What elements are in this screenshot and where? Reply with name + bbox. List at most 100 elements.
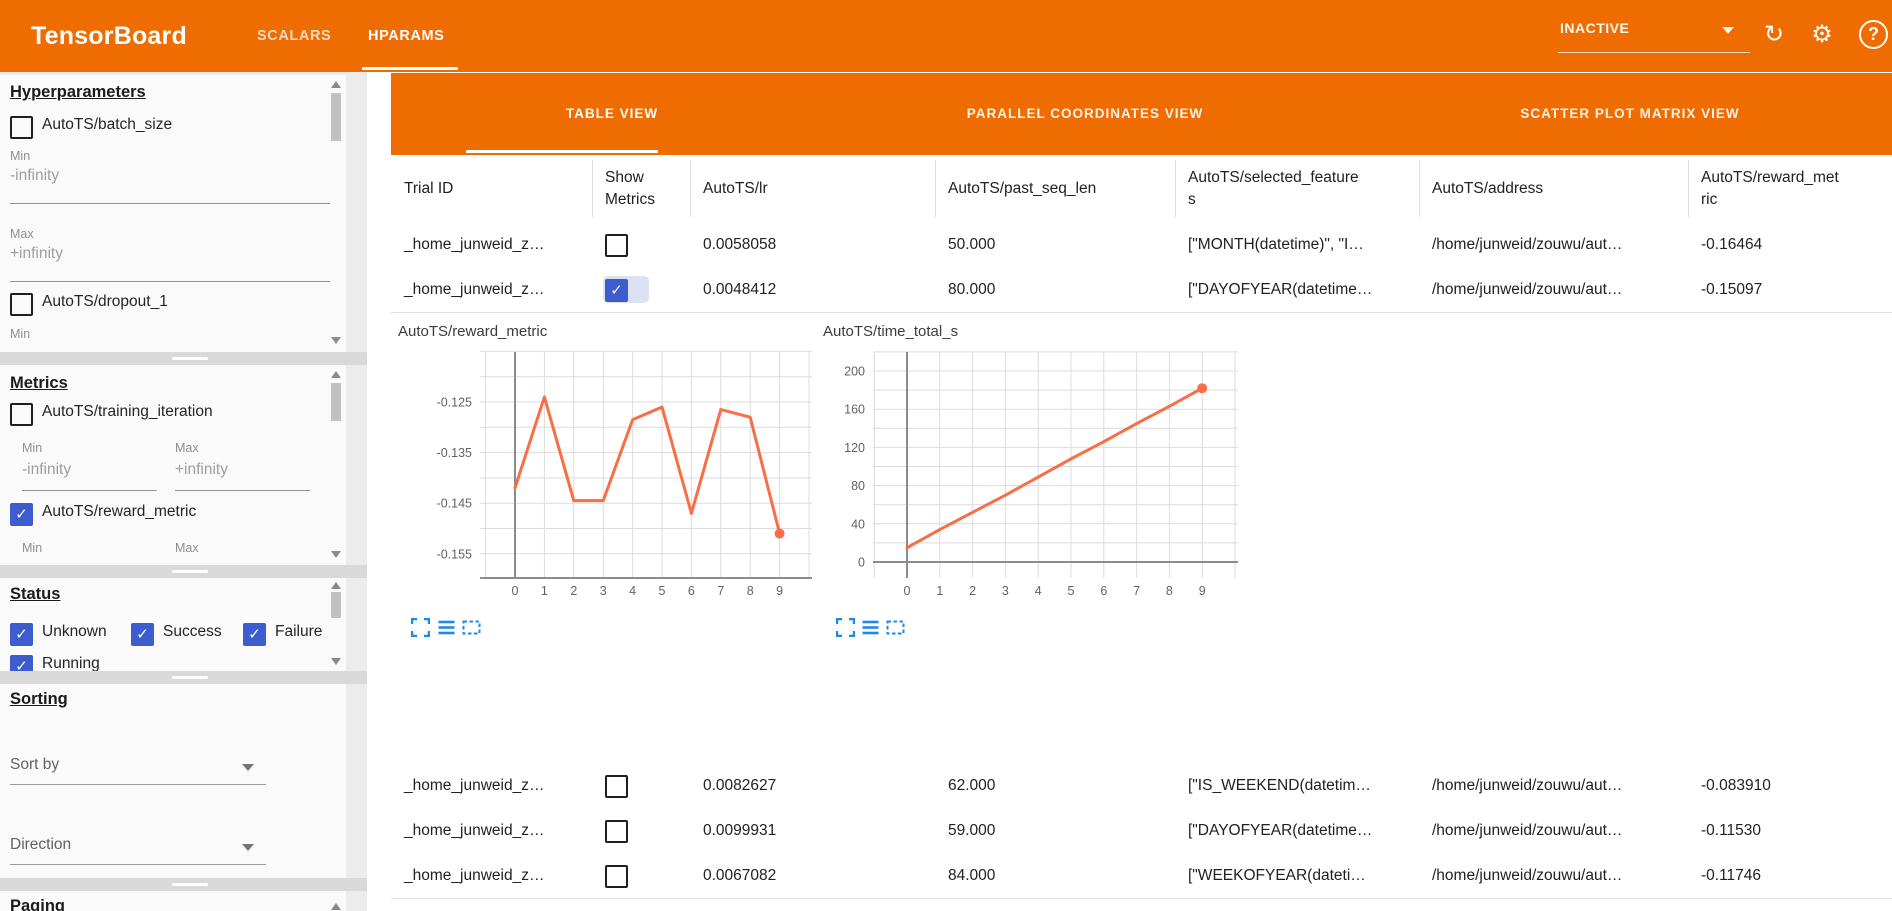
- checkbox-status-running[interactable]: ✓: [10, 655, 33, 671]
- reload-status-value: INACTIVE: [1560, 20, 1629, 36]
- min-input[interactable]: -infinity: [10, 167, 59, 185]
- expand-icon[interactable]: [836, 618, 855, 637]
- show-metrics-checkbox[interactable]: [605, 820, 628, 843]
- cell-text: 84.000: [935, 867, 995, 885]
- cell-text: 0.0099931: [690, 822, 776, 840]
- cell-text: -0.083910: [1688, 777, 1771, 795]
- cell-text: 0.0048412: [690, 281, 776, 299]
- cell-text: 0.0082627: [690, 777, 776, 795]
- tab-parallel-coordinates-view[interactable]: PARALLEL COORDINATES VIEW: [967, 73, 1204, 155]
- section-scrollbar[interactable]: [330, 578, 342, 671]
- svg-text:120: 120: [844, 441, 865, 455]
- cell-text: -0.11530: [1688, 822, 1761, 840]
- checkbox-status-failure[interactable]: ✓: [243, 623, 266, 646]
- svg-text:-0.155: -0.155: [437, 547, 472, 561]
- app-title: TensorBoard: [31, 0, 187, 72]
- svg-text:1: 1: [936, 584, 943, 598]
- checkbox-reward-metric[interactable]: ✓: [10, 503, 33, 526]
- section-title: Sorting: [10, 690, 68, 709]
- active-view-tab-underline: [466, 150, 658, 153]
- section-paging: Paging: [0, 891, 346, 911]
- section-scrollbar[interactable]: [330, 891, 342, 911]
- section-scrollbar[interactable]: [330, 365, 342, 565]
- svg-text:0: 0: [858, 556, 865, 570]
- lines-icon[interactable]: [861, 618, 880, 637]
- expand-icon[interactable]: [411, 618, 430, 637]
- checkbox-status-success[interactable]: ✓: [131, 623, 154, 646]
- max-input[interactable]: +infinity: [10, 245, 63, 263]
- checkbox-label: Success: [163, 623, 222, 641]
- column-header-5[interactable]: AutoTS/address: [1419, 155, 1688, 222]
- cell-address: /home/junweid/zouwu/aut…: [1419, 267, 1688, 312]
- svg-text:0: 0: [512, 584, 519, 598]
- section-resize-divider[interactable]: [0, 352, 367, 365]
- cell-text: ["IS_WEEKEND(datetim…: [1175, 777, 1371, 795]
- show-metrics-checkbox[interactable]: ✓: [605, 279, 628, 302]
- checkbox-status-unknown[interactable]: ✓: [10, 623, 33, 646]
- cell-trial_id: _home_junweid_z…: [391, 222, 592, 267]
- checkbox-label: Failure: [275, 623, 322, 641]
- column-header-4[interactable]: AutoTS/selected_features: [1175, 155, 1419, 222]
- gear-icon[interactable]: ⚙: [1805, 18, 1839, 52]
- show-metrics-checkbox[interactable]: [605, 775, 628, 798]
- cell-text: /home/junweid/zouwu/aut…: [1419, 281, 1622, 299]
- checkbox-batch-size[interactable]: [10, 116, 33, 139]
- show-metrics-cell: ✓: [592, 267, 690, 312]
- column-header-3[interactable]: AutoTS/past_seq_len: [935, 155, 1175, 222]
- checkbox-label: Running: [42, 655, 100, 671]
- svg-text:3: 3: [600, 584, 607, 598]
- reward-metric-line-chart[interactable]: -0.125-0.135-0.145-0.1550123456789: [423, 345, 818, 607]
- section-scrollbar[interactable]: [330, 75, 342, 352]
- tab-hparams[interactable]: HPARAMS: [368, 0, 444, 72]
- sidebar: Hyperparameters AutoTS/batch_size Min -i…: [0, 72, 367, 911]
- cell-trial_id: _home_junweid_z…: [391, 808, 592, 853]
- cell-reward_metric: -0.16464: [1688, 222, 1892, 267]
- min-input[interactable]: -infinity: [22, 461, 71, 479]
- column-header-2[interactable]: AutoTS/lr: [690, 155, 935, 222]
- tab-scatter-plot-matrix-view[interactable]: SCATTER PLOT MATRIX VIEW: [1520, 73, 1739, 155]
- tab-table-view[interactable]: TABLE VIEW: [566, 73, 658, 155]
- column-header-1[interactable]: Show Metrics: [592, 155, 690, 222]
- cell-trial_id: _home_junweid_z…: [391, 267, 592, 312]
- section-resize-divider[interactable]: [0, 565, 367, 578]
- section-title: Paging: [10, 897, 65, 911]
- cell-text: 50.000: [935, 236, 995, 254]
- section-resize-divider[interactable]: [0, 878, 367, 891]
- show-metrics-checkbox[interactable]: [605, 865, 628, 888]
- max-label: Max: [175, 541, 199, 555]
- time-total-line-chart[interactable]: 040801201602000123456789: [810, 345, 1250, 607]
- column-header-0[interactable]: Trial ID: [391, 155, 592, 222]
- cell-lr: 0.0099931: [690, 808, 935, 853]
- tab-scalars[interactable]: SCALARS: [257, 0, 331, 72]
- cell-trial_id: _home_junweid_z…: [391, 763, 592, 808]
- show-metrics-checkbox[interactable]: [605, 234, 628, 257]
- section-title: Hyperparameters: [10, 83, 146, 102]
- input-underline: [175, 490, 310, 491]
- section-hyperparameters: Hyperparameters AutoTS/batch_size Min -i…: [0, 75, 346, 352]
- min-label: Min: [22, 541, 42, 555]
- checkbox-dropout-1[interactable]: [10, 293, 33, 316]
- cell-trial_id: _home_junweid_z…: [391, 853, 592, 898]
- section-resize-divider[interactable]: [0, 671, 367, 684]
- reload-status-dropdown[interactable]: INACTIVE: [1558, 14, 1750, 53]
- sort-by-select[interactable]: Sort by: [10, 754, 266, 785]
- lines-icon[interactable]: [437, 618, 456, 637]
- svg-text:-0.135: -0.135: [437, 446, 472, 460]
- cell-text: -0.11746: [1688, 867, 1761, 885]
- column-header-6[interactable]: AutoTS/reward_metric: [1688, 155, 1892, 222]
- section-title: Status: [10, 585, 60, 604]
- svg-text:-0.125: -0.125: [437, 396, 472, 410]
- max-input[interactable]: +infinity: [175, 461, 228, 479]
- marquee-icon[interactable]: [462, 618, 481, 637]
- column-separator: [592, 160, 593, 217]
- direction-select[interactable]: Direction: [10, 834, 266, 865]
- checkbox-training-iteration[interactable]: [10, 403, 33, 426]
- svg-text:7: 7: [717, 584, 724, 598]
- refresh-icon[interactable]: ↻: [1757, 18, 1791, 52]
- active-tab-underline: [362, 67, 458, 70]
- chart-title-time-total: AutoTS/time_total_s: [823, 323, 958, 340]
- table-row: _home_junweid_z…✓0.004841280.000["DAYOFY…: [391, 267, 1892, 313]
- help-icon[interactable]: ?: [1859, 20, 1888, 49]
- cell-selected_features: ["MONTH(datetime)", "I…: [1175, 222, 1419, 267]
- marquee-icon[interactable]: [886, 618, 905, 637]
